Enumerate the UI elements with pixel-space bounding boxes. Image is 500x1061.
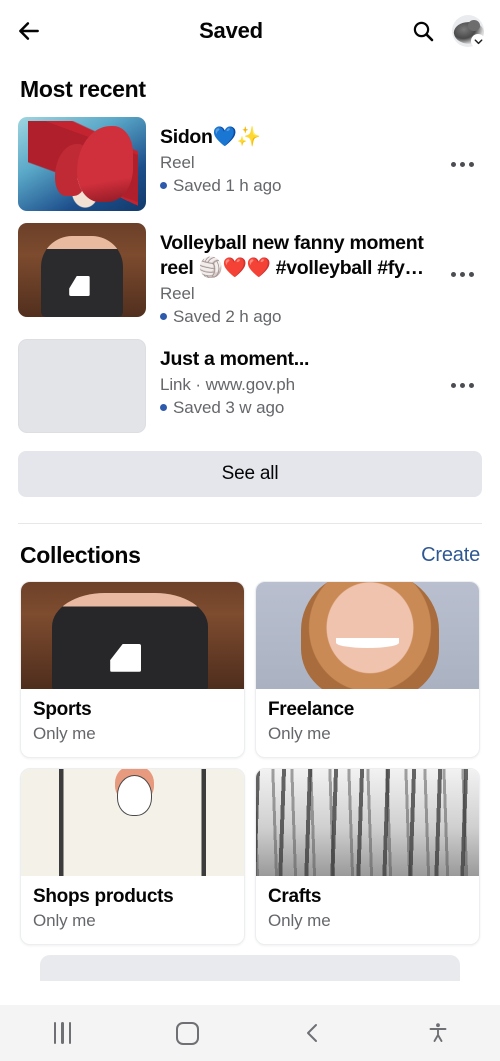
saved-item-timestamp: Saved 1 h ago xyxy=(173,175,282,195)
saved-status-dot xyxy=(160,404,167,412)
saved-items-list: Sidon💙✨ Reel Saved 1 h ago Volleyball ne… xyxy=(0,113,500,441)
most-recent-heading: Most recent xyxy=(20,76,146,102)
saved-item-title: Sidon💙✨ xyxy=(160,126,261,148)
search-button[interactable] xyxy=(408,16,438,46)
collection-card-title: Shops products xyxy=(33,885,174,907)
saved-item-title: Just a moment... xyxy=(160,347,310,370)
saved-item-type: Reel xyxy=(160,152,195,172)
saved-item-thumbnail xyxy=(18,117,146,211)
saved-item-body: Volleyball new fanny moment reel 🏐❤️❤️ #… xyxy=(160,223,428,327)
app-header: Saved xyxy=(0,0,500,62)
collections-header: Collections Create xyxy=(0,524,500,581)
collection-card-body: Sports Only me xyxy=(21,689,244,757)
collection-card[interactable]: Shops products Only me xyxy=(20,767,245,945)
collection-card-image xyxy=(256,768,479,876)
more-options-icon xyxy=(450,383,456,389)
saved-item-body: Sidon💙✨ Reel Saved 1 h ago xyxy=(160,117,428,196)
accessibility-icon xyxy=(429,1023,446,1042)
saved-status-dot xyxy=(160,182,167,190)
saved-item-thumbnail xyxy=(18,338,146,433)
home-button[interactable] xyxy=(125,1021,250,1045)
home-icon xyxy=(176,1021,199,1045)
arrow-left-icon xyxy=(19,22,39,40)
saved-screen: Saved Most recent Sidon💙✨ Reel Saved 1 h… xyxy=(0,0,500,1061)
search-icon xyxy=(413,21,434,42)
back-icon xyxy=(306,1024,317,1042)
saved-item-meta: Saved 1 h ago xyxy=(160,176,428,196)
android-navigation-bar xyxy=(0,1005,500,1061)
collections-grid: Sports Only me Freelance Only me Shops p… xyxy=(0,580,500,945)
recent-apps-button[interactable] xyxy=(0,1022,125,1044)
collection-card-title: Sports xyxy=(33,698,92,720)
collection-card-body: Freelance Only me xyxy=(256,689,479,757)
avatar-chevron-badge xyxy=(471,34,485,48)
collection-card[interactable]: Freelance Only me xyxy=(255,580,480,758)
saved-item[interactable]: Just a moment... Link · www.gov.ph Saved… xyxy=(18,335,482,441)
more-options-icon xyxy=(450,161,456,167)
collection-card-image xyxy=(256,581,479,689)
collection-card-image xyxy=(21,768,244,876)
collection-card-privacy: Only me xyxy=(33,910,96,930)
collection-card-body: Crafts Only me xyxy=(256,876,479,944)
recent-apps-icon xyxy=(53,1022,72,1044)
collection-card-privacy: Only me xyxy=(268,910,331,930)
header-actions xyxy=(408,15,485,48)
saved-item-body: Just a moment... Link · www.gov.ph Saved… xyxy=(160,339,428,418)
back-button[interactable] xyxy=(16,10,58,52)
see-all-button[interactable]: See all xyxy=(18,450,482,497)
saved-item-thumbnail xyxy=(18,223,146,317)
saved-item-title: Volleyball new fanny moment reel 🏐❤️❤️ #… xyxy=(160,232,424,279)
collection-card[interactable]: Sports Only me xyxy=(20,580,245,758)
system-back-button[interactable] xyxy=(250,1021,375,1045)
saved-item-type: Link · www.gov.ph xyxy=(160,374,295,394)
chevron-down-icon xyxy=(474,38,482,44)
saved-item-timestamp: Saved 3 w ago xyxy=(173,397,285,417)
collection-card-privacy: Only me xyxy=(268,723,331,743)
saved-item-timestamp: Saved 2 h ago xyxy=(173,306,282,326)
create-collection-link[interactable]: Create xyxy=(421,544,480,567)
profile-avatar-button[interactable] xyxy=(452,15,485,48)
collection-card-title: Freelance xyxy=(268,698,355,720)
saved-item-more-button[interactable] xyxy=(442,255,482,295)
saved-item[interactable]: Sidon💙✨ Reel Saved 1 h ago xyxy=(18,113,482,219)
collection-card-privacy: Only me xyxy=(33,723,96,743)
saved-status-dot xyxy=(160,313,167,321)
collections-heading: Collections xyxy=(20,541,141,568)
collection-card-title: Crafts xyxy=(268,885,322,907)
collection-card[interactable]: Crafts Only me xyxy=(255,767,480,945)
saved-item-more-button[interactable] xyxy=(442,366,482,406)
accessibility-button[interactable] xyxy=(375,1021,500,1045)
next-section-peek[interactable] xyxy=(40,954,460,981)
collection-card-image xyxy=(21,581,244,689)
saved-item[interactable]: Volleyball new fanny moment reel 🏐❤️❤️ #… xyxy=(18,219,482,335)
saved-item-type: Reel xyxy=(160,283,195,303)
page-title: Saved xyxy=(199,18,263,43)
collection-card-body: Shops products Only me xyxy=(21,876,244,944)
saved-item-meta: Saved 3 w ago xyxy=(160,398,428,418)
saved-item-meta: Saved 2 h ago xyxy=(160,307,428,327)
more-options-icon xyxy=(450,272,456,278)
saved-item-more-button[interactable] xyxy=(442,144,482,184)
